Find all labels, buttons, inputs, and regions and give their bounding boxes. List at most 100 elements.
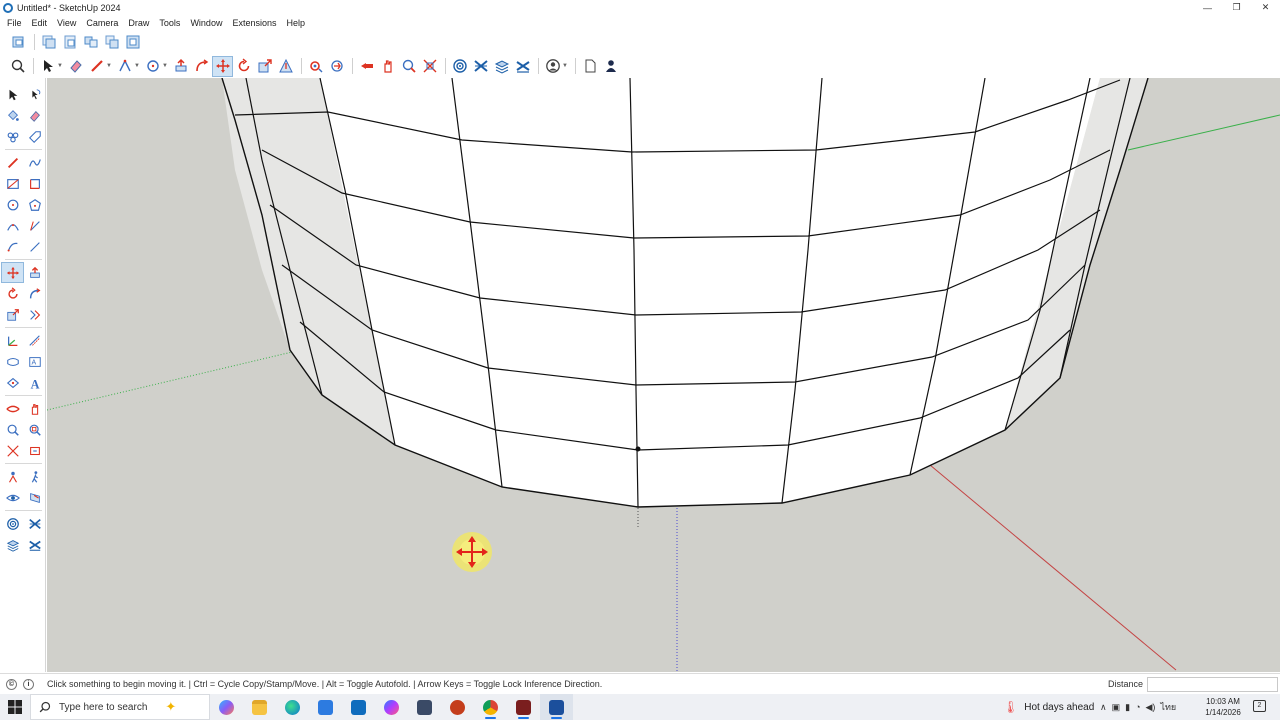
user-dropdown-icon[interactable]: ▼ <box>562 63 569 69</box>
model-viewport[interactable] <box>47 78 1280 672</box>
eraser-icon[interactable] <box>24 106 45 125</box>
menu-camera[interactable]: Camera <box>86 18 118 28</box>
rotated-rect-icon[interactable] <box>24 174 45 193</box>
follow-me-icon[interactable] <box>192 57 211 76</box>
calculator-icon[interactable] <box>408 694 441 720</box>
person-icon[interactable] <box>601 57 620 76</box>
file-explorer-icon[interactable] <box>243 694 276 720</box>
store-icon[interactable] <box>309 694 342 720</box>
menu-extensions[interactable]: Extensions <box>232 18 276 28</box>
eraser-icon[interactable] <box>66 57 85 76</box>
rectangle-icon[interactable] <box>2 174 23 193</box>
offset-icon[interactable] <box>327 57 346 76</box>
tape-icon[interactable] <box>2 352 23 371</box>
rotate-icon[interactable] <box>234 57 253 76</box>
target-icon[interactable] <box>450 57 469 76</box>
component-icon[interactable] <box>9 33 28 52</box>
scale-icon[interactable] <box>255 57 274 76</box>
chevron-up-icon[interactable]: ∧ <box>1100 702 1107 713</box>
protractor-icon[interactable]: A <box>24 352 45 371</box>
pencil-icon[interactable] <box>2 153 23 172</box>
restore-button[interactable]: ❐ <box>1222 0 1251 15</box>
taskbar-search[interactable]: Type here to search ✦ <box>30 694 210 720</box>
paste-icon[interactable] <box>60 33 79 52</box>
zoom-icon[interactable] <box>2 420 23 439</box>
zoom-window-icon[interactable] <box>24 420 45 439</box>
outlook-icon[interactable] <box>342 694 375 720</box>
text-icon[interactable] <box>2 373 23 392</box>
target-icon[interactable] <box>2 514 23 533</box>
zoom-extents-icon[interactable] <box>420 57 439 76</box>
tag-icon[interactable] <box>24 127 45 146</box>
layers-icon[interactable] <box>492 57 511 76</box>
paint-bucket-icon[interactable] <box>2 106 23 125</box>
circle-dropdown-icon[interactable]: ▼ <box>162 63 169 69</box>
styles-icon[interactable] <box>513 57 532 76</box>
copy-icon[interactable] <box>39 33 58 52</box>
xray-icon[interactable] <box>471 57 490 76</box>
taskbar-clock[interactable]: 10:03 AM 1/14/2026 <box>1200 696 1246 718</box>
wifi-icon[interactable]: ◔ <box>1135 702 1140 712</box>
menu-help[interactable]: Help <box>286 18 305 28</box>
offset-icon[interactable] <box>24 305 45 324</box>
walk-icon[interactable] <box>24 467 45 486</box>
sketchup-icon[interactable] <box>540 694 573 720</box>
chrome-icon[interactable] <box>474 694 507 720</box>
user-icon[interactable] <box>543 57 562 76</box>
circle-icon[interactable] <box>2 195 23 214</box>
pie-icon[interactable] <box>24 216 45 235</box>
previous-view-icon[interactable] <box>24 441 45 460</box>
lasso-icon[interactable] <box>24 85 45 104</box>
position-camera-icon[interactable] <box>2 467 23 486</box>
move-icon[interactable] <box>212 55 233 77</box>
weather-widget[interactable]: 🌡 Hot days ahead <box>1003 694 1094 720</box>
styles-icon[interactable] <box>24 535 45 554</box>
menu-file[interactable]: File <box>7 18 22 28</box>
measurement-input[interactable] <box>1147 677 1278 692</box>
pencil-icon[interactable] <box>87 57 106 76</box>
geo-location-icon[interactable]: © <box>6 678 17 690</box>
zoom-extents-icon[interactable] <box>2 441 23 460</box>
orbit-icon[interactable] <box>2 399 23 418</box>
zoom-icon[interactable] <box>8 57 27 76</box>
arc3-icon[interactable] <box>2 237 23 256</box>
scale-icon[interactable] <box>2 305 23 324</box>
microphone-icon[interactable]: ▮ <box>1125 702 1130 713</box>
document-icon[interactable] <box>580 57 599 76</box>
start-button[interactable] <box>0 694 30 720</box>
select-icon[interactable] <box>2 85 23 104</box>
polygon-icon[interactable] <box>24 195 45 214</box>
pencil-dropdown-icon[interactable]: ▼ <box>106 63 113 69</box>
line-icon[interactable] <box>115 57 134 76</box>
rotate-icon[interactable] <box>2 284 23 303</box>
language-indicator[interactable]: ไทย <box>1160 700 1176 714</box>
line-dropdown-icon[interactable]: ▼ <box>134 63 141 69</box>
edge-icon[interactable] <box>276 694 309 720</box>
arc-icon[interactable] <box>2 216 23 235</box>
layers-icon[interactable] <box>102 33 121 52</box>
push-pull-icon[interactable] <box>24 263 45 282</box>
menu-view[interactable]: View <box>57 18 76 28</box>
freehand-icon[interactable] <box>24 153 45 172</box>
messenger-icon[interactable] <box>375 694 408 720</box>
select-icon[interactable] <box>38 57 57 76</box>
look-around-icon[interactable] <box>2 488 23 507</box>
hand-icon[interactable] <box>378 57 397 76</box>
network-tray-icon[interactable]: ▣ <box>1112 702 1121 713</box>
circle-icon[interactable] <box>143 57 162 76</box>
section-icon[interactable] <box>306 57 325 76</box>
menu-draw[interactable]: Draw <box>128 18 149 28</box>
follow-me-icon[interactable] <box>24 284 45 303</box>
zoom-window-icon[interactable] <box>399 57 418 76</box>
warning-icon[interactable] <box>276 57 295 76</box>
3d-text-icon[interactable]: A <box>24 373 45 392</box>
close-button[interactable]: ✕ <box>1251 0 1280 15</box>
component-icon[interactable] <box>2 127 23 146</box>
minimize-button[interactable]: — <box>1193 0 1222 15</box>
axes-icon[interactable] <box>2 331 23 350</box>
layers-icon[interactable] <box>2 535 23 554</box>
xray-icon[interactable] <box>24 514 45 533</box>
menu-edit[interactable]: Edit <box>32 18 48 28</box>
copilot-icon[interactable] <box>210 694 243 720</box>
notification-center-icon[interactable]: 2 <box>1253 700 1266 712</box>
